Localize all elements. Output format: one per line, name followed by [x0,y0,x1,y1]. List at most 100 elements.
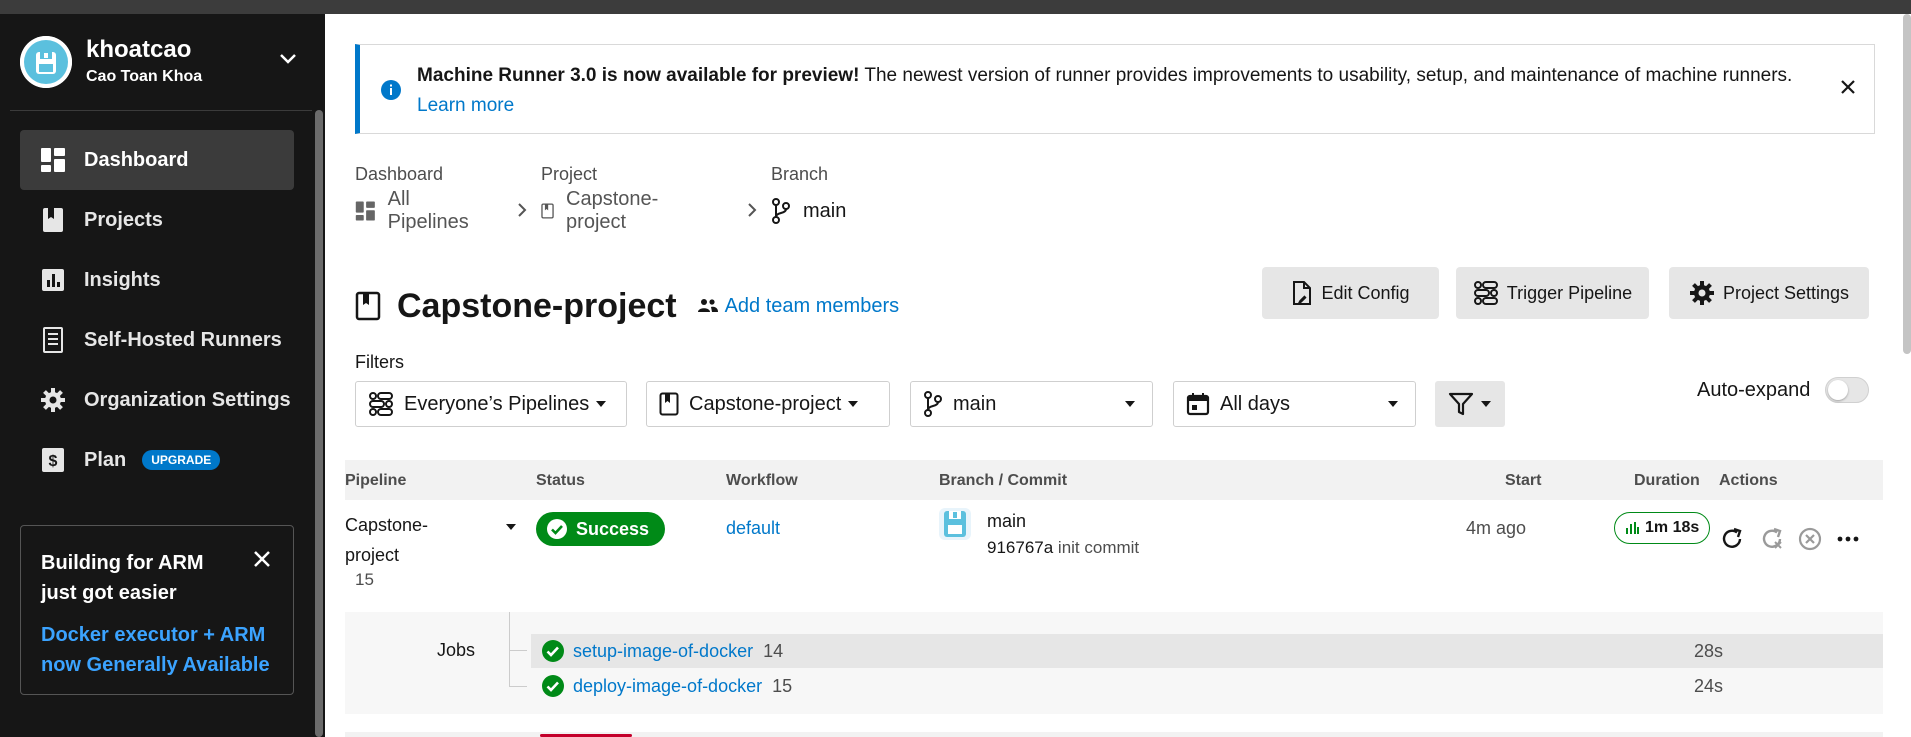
bar-chart-icon [1626,522,1639,534]
expand-caret-icon[interactable] [505,518,517,536]
workflow-link[interactable]: default [726,518,780,539]
commit-message: init commit [1057,538,1140,557]
sidebar-item-dashboard[interactable]: Dashboard [20,130,294,190]
arm-announcement-card: Building for ARM just got easier Docker … [20,525,294,695]
gear-icon [40,387,66,413]
runners-icon [40,327,66,353]
sidebar-scrollbar[interactable] [315,110,323,737]
edit-config-label: Edit Config [1321,282,1410,303]
info-icon [380,79,402,106]
chevron-right-icon [747,202,757,223]
arm-card-link[interactable]: Docker executor + ARM now Generally Avai… [41,620,273,680]
project-settings-button[interactable]: Project Settings [1669,267,1869,319]
days-filter-value: All days [1220,392,1291,415]
pipelines-filter-dropdown[interactable]: Everyone’s Pipelines [355,381,627,427]
pipelines-table-header: Pipeline Status Workflow Branch / Commit… [345,460,1883,500]
add-team-label: Add team members [724,294,900,317]
sidebar-item-label: Projects [84,208,163,231]
auto-expand-toggle[interactable] [1825,377,1869,403]
filters-label: Filters [355,352,404,372]
sidebar-item-organization-settings[interactable]: Organization Settings [20,370,294,430]
job-duration: 28s [1693,640,1723,661]
org-switcher[interactable]: khoatcao Cao Toan Khoa [20,36,305,88]
main-content: Machine Runner 3.0 is now available for … [325,14,1911,737]
svg-text:$: $ [49,453,58,470]
org-user: Cao Toan Khoa [86,68,203,85]
sidebar-nav: Dashboard Projects Insights Self-Hosted … [20,130,294,490]
dashboard-icon [40,147,66,173]
pipeline-number: 15 [355,570,374,589]
people-icon [697,299,718,312]
rerun-icon[interactable] [1719,526,1745,557]
close-icon[interactable] [1840,79,1856,100]
column-header-status: Status [536,472,585,489]
project-filter-dropdown[interactable]: Capstone-project [646,381,890,427]
column-header-start: Start [1505,472,1542,489]
job-name[interactable]: setup-image-of-docker [573,641,753,662]
gear-icon [1689,281,1714,305]
check-circle-icon [542,675,564,697]
cancel-icon[interactable] [1797,526,1823,557]
breadcrumb-dashboard[interactable]: Dashboard All Pipelines [355,162,474,233]
pipeline-icon [369,392,393,416]
sidebar-item-self-hosted-runners[interactable]: Self-Hosted Runners [20,310,294,370]
days-filter-dropdown[interactable]: All days [1173,381,1416,427]
sidebar-item-plan[interactable]: $ Plan UPGRADE [20,430,294,490]
announcement-banner: Machine Runner 3.0 is now available for … [355,44,1875,134]
breadcrumb-label: Branch [771,164,829,184]
sidebar-item-insights[interactable]: Insights [20,250,294,310]
org-name: khoatcao [86,36,192,63]
breadcrumb-branch[interactable]: Branch main [771,162,846,224]
row-branch[interactable]: main [987,508,1139,534]
job-number: 15 [772,675,793,696]
project-filter-value: Capstone-project [689,392,842,415]
projects-icon [40,207,66,233]
branch-filter-dropdown[interactable]: main [910,381,1153,427]
project-settings-label: Project Settings [1722,282,1850,303]
branch-icon [924,391,942,417]
caret-down-icon [1388,401,1398,407]
funnel-icon [1448,392,1474,416]
org-avatar [20,36,72,88]
branch-filter-value: main [953,392,997,415]
breadcrumb-value: main [803,199,847,222]
calendar-icon [1186,393,1210,416]
job-name[interactable]: deploy-image-of-docker [573,676,762,697]
rerun-failed-icon[interactable] [1759,526,1785,557]
job-row[interactable]: setup-image-of-docker 14 28s [531,634,1883,668]
column-header-workflow: Workflow [726,472,798,489]
commit-sha[interactable]: 916767a [987,538,1053,557]
pipeline-name[interactable]: Capstone-project [345,510,435,570]
caret-down-icon [848,401,859,407]
learn-more-link[interactable]: Learn more [417,95,514,116]
jobs-panel: Jobs setup-image-of-docker 14 28s deploy… [345,612,1883,714]
main-scrollbar[interactable] [1903,14,1911,354]
breadcrumb-project[interactable]: Project Capstone-project [541,162,665,233]
more-options-icon[interactable] [1835,526,1861,557]
banner-bold: Machine Runner 3.0 is now available for … [417,65,860,86]
chevron-right-icon [517,202,527,223]
chevron-down-icon[interactable] [279,52,297,70]
caret-down-icon [1125,401,1135,407]
sidebar-item-projects[interactable]: Projects [20,190,294,250]
status-label: Success [576,518,650,539]
status-badge[interactable]: Success [536,512,666,546]
upgrade-badge[interactable]: UPGRADE [142,450,221,470]
filter-menu-button[interactable] [1435,381,1505,427]
toggle-knob [1828,380,1848,400]
caret-down-icon [596,401,607,407]
repo-logo-icon [939,508,971,540]
duration-badge[interactable]: 1m 18s [1614,512,1711,544]
tree-line [509,686,527,687]
project-icon [541,203,554,219]
add-team-members-link[interactable]: Add team members [697,294,900,318]
tree-line [509,612,510,686]
pipelines-filter-value: Everyone’s Pipelines [404,392,590,415]
project-icon [355,291,381,321]
edit-config-button[interactable]: Edit Config [1262,267,1439,319]
job-row[interactable]: deploy-image-of-docker 15 24s [531,669,1883,703]
job-number: 14 [763,640,784,661]
trigger-pipeline-button[interactable]: Trigger Pipeline [1456,267,1649,319]
table-row[interactable]: Capstone-project 15 Success default main… [345,500,1883,600]
close-icon[interactable] [253,550,271,573]
